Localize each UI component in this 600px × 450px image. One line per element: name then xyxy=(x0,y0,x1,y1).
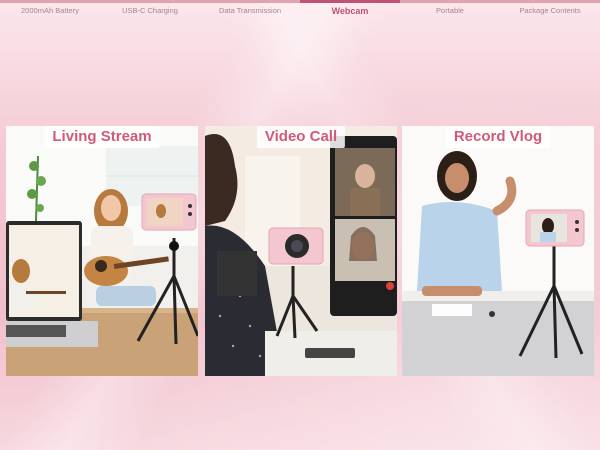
tab-package-contents[interactable]: Package Contents xyxy=(500,3,600,25)
end-call-icon xyxy=(386,282,394,290)
living-stream-scene xyxy=(6,126,198,376)
tab-usb-c-charging[interactable]: USB-C Charging xyxy=(100,3,200,25)
camera-icon xyxy=(141,193,197,231)
camera-icon xyxy=(525,209,585,247)
record-vlog-title: Record Vlog xyxy=(445,126,551,148)
tab-battery[interactable]: 2000mAh Battery xyxy=(0,3,100,25)
video-call-panel: Video Call xyxy=(205,126,397,376)
tab-webcam[interactable]: Webcam xyxy=(300,0,400,25)
video-call-scene xyxy=(205,126,397,376)
tab-portable[interactable]: Portable xyxy=(400,3,500,25)
living-stream-title: Living Stream xyxy=(44,126,160,148)
record-vlog-panel: Record Vlog xyxy=(402,126,594,376)
tab-data-transmission[interactable]: Data Transmission xyxy=(200,3,300,25)
record-vlog-scene xyxy=(402,126,594,376)
living-stream-panel: Living Stream xyxy=(6,126,198,376)
feature-tab-bar: 2000mAh Battery USB-C Charging Data Tran… xyxy=(0,0,600,25)
video-call-title: Video Call xyxy=(256,126,346,148)
camera-icon xyxy=(268,227,324,265)
